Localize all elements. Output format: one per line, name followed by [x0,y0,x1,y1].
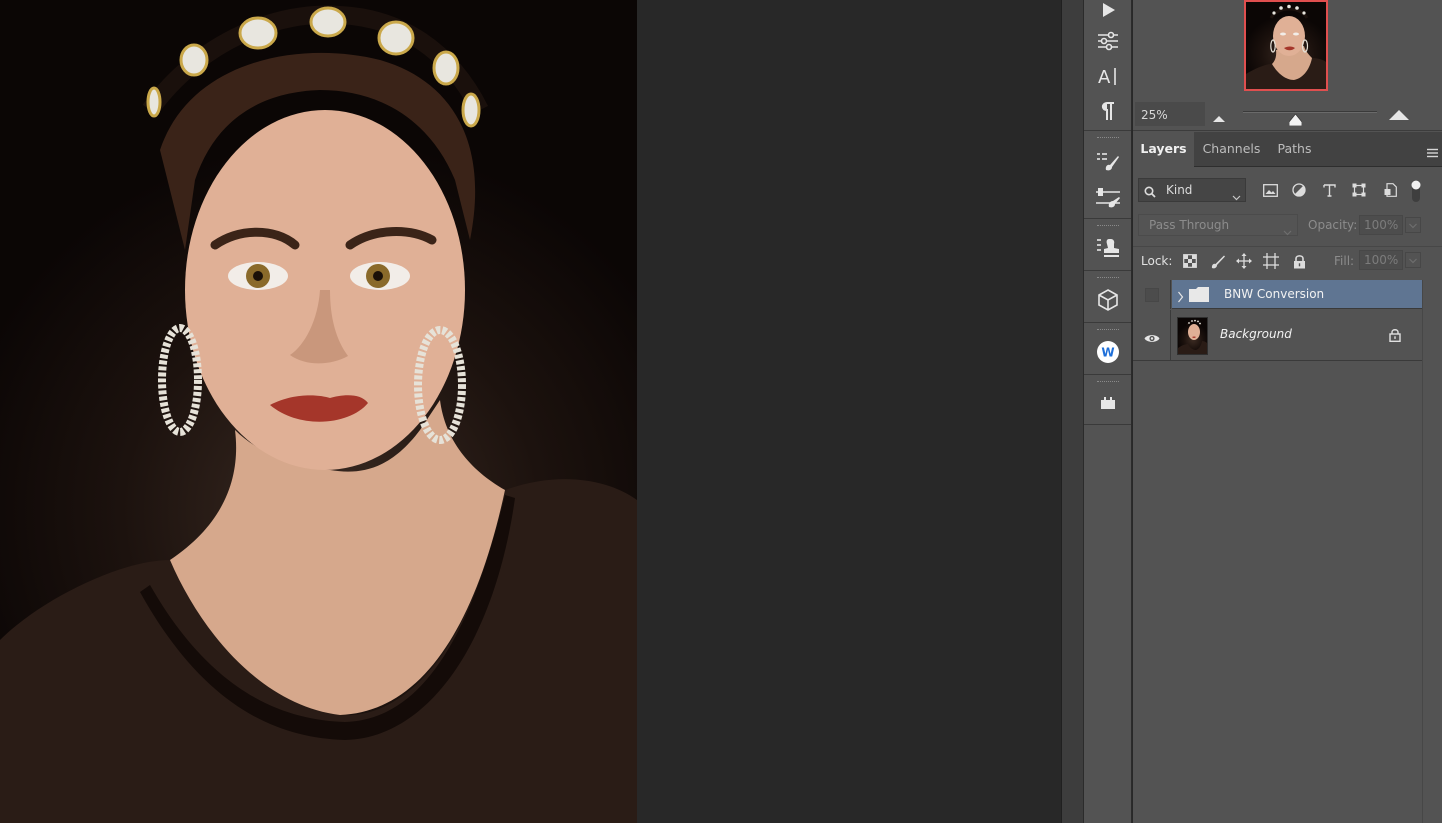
brush-presets-icon[interactable] [1094,184,1122,212]
lock-position-icon[interactable] [1235,252,1253,270]
navigator-zoom-row: 25% [1133,100,1442,128]
plugin-icon[interactable] [1094,389,1122,417]
opacity-field[interactable]: 100% [1359,215,1403,235]
eye-icon[interactable] [1144,329,1160,348]
photoshop-window: A W 25% Layers Channels Paths Kind Pass … [0,0,1442,823]
zoom-in-icon[interactable] [1389,106,1409,125]
folder-icon [1189,287,1209,306]
visibility-toggle[interactable] [1133,280,1171,309]
type-filter-icon[interactable] [1320,181,1338,199]
collapsed-panels-strip: A W [1083,0,1132,823]
visibility-toggle[interactable] [1133,310,1171,361]
adjustment-filter-icon[interactable] [1290,181,1308,199]
layers-panel: Layers Channels Paths Kind Pass Through … [1133,132,1442,823]
blend-mode-select[interactable]: Pass Through [1138,214,1298,236]
zoom-slider-handle[interactable] [1288,111,1303,130]
chevron-right-icon[interactable] [1177,288,1184,307]
panel-gutter [1061,0,1083,823]
image-filter-icon[interactable] [1261,181,1279,199]
svg-text:W: W [1101,346,1114,360]
filter-toggle-switch[interactable] [1411,179,1421,203]
filter-kind-label: Kind [1166,183,1193,197]
fill-label: Fill: [1334,254,1355,268]
panel-menu-icon[interactable] [1427,143,1438,162]
portrait-photo [0,5,637,823]
right-panel-dock: 25% Layers Channels Paths Kind Pass Thro… [1133,0,1442,823]
tab-layers[interactable]: Layers [1133,132,1194,168]
adjustments-sliders-icon[interactable] [1094,27,1122,55]
layer-row-background[interactable]: Background [1133,310,1422,361]
clone-source-icon[interactable] [1094,234,1122,262]
lock-transparent-pixels-icon[interactable] [1181,252,1199,270]
search-icon [1144,183,1156,202]
opacity-label: Opacity: [1308,218,1358,232]
lock-image-pixels-icon[interactable] [1209,252,1227,270]
blend-mode-row: Pass Through Opacity: 100% [1133,212,1442,238]
play-icon[interactable] [1094,0,1122,24]
layer-name[interactable]: BNW Conversion [1224,287,1324,301]
zoom-slider-track[interactable] [1243,111,1377,113]
navigator-panel: 25% [1133,0,1442,131]
3d-cube-icon[interactable] [1094,286,1122,314]
chevron-down-icon [1232,186,1241,205]
panel-tabs: Layers Channels Paths [1133,132,1442,168]
lock-icon [1389,327,1401,346]
paragraph-icon[interactable] [1094,97,1122,125]
w-plugin-icon[interactable]: W [1094,338,1122,366]
layer-thumbnail[interactable] [1177,317,1208,355]
lock-all-icon[interactable] [1290,252,1308,270]
layer-row-body[interactable]: BNW Conversion [1172,280,1422,309]
zoom-out-icon[interactable] [1213,108,1225,127]
layer-filter-row: Kind [1133,176,1442,204]
brush-settings-icon[interactable] [1094,147,1122,175]
chevron-down-icon [1283,221,1292,240]
svg-text:A: A [1098,67,1111,87]
navigator-preview[interactable] [1244,0,1328,91]
shape-filter-icon[interactable] [1350,181,1368,199]
canvas-area[interactable] [0,0,1061,823]
lock-label: Lock: [1141,254,1173,268]
chevron-down-icon[interactable] [1405,252,1421,268]
chevron-down-icon[interactable] [1405,217,1421,233]
smart-object-filter-icon[interactable] [1381,181,1399,199]
fill-field[interactable]: 100% [1359,250,1403,270]
lock-row: Lock: Fill: 100% [1133,246,1442,274]
layer-list-scrollbar[interactable] [1422,280,1442,823]
layer-list: BNW Conversion Background [1133,280,1422,380]
layer-name[interactable]: Background [1220,327,1292,341]
character-icon[interactable]: A [1094,62,1122,90]
document-image[interactable] [0,0,637,823]
tab-channels[interactable]: Channels [1194,132,1269,167]
tab-paths[interactable]: Paths [1269,132,1320,167]
lock-artboard-icon[interactable] [1262,252,1280,270]
layer-row-group[interactable]: BNW Conversion [1133,280,1422,309]
visibility-off-box [1145,288,1159,302]
zoom-percentage-field[interactable]: 25% [1135,102,1205,126]
